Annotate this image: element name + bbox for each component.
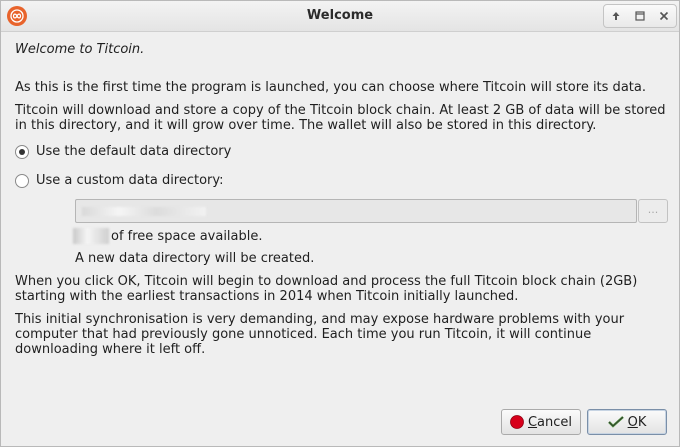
intro-line-1: As this is the first time the program is… [15, 80, 646, 95]
up-arrow-icon[interactable] [607, 7, 625, 25]
ok-button[interactable]: OK [587, 409, 667, 435]
free-space-label: of free space available. [111, 229, 263, 244]
close-icon[interactable] [655, 7, 673, 25]
maximize-icon[interactable] [631, 7, 649, 25]
default-directory-radio[interactable] [15, 144, 29, 159]
info-line-2b: computer that had previously gone unnoti… [15, 327, 592, 342]
default-directory-label: Use the default data directory [36, 144, 232, 159]
redacted-path [82, 207, 206, 216]
default-directory-option[interactable]: Use the default data directory [15, 144, 231, 159]
info-line-1b: starting with the earliest transactions … [15, 289, 519, 304]
welcome-heading: Welcome to Titcoin. [15, 42, 145, 57]
window-controls [603, 4, 677, 28]
info-line-2c: downloading where it left off. [15, 342, 206, 357]
redacted-free-space [73, 228, 109, 244]
cancel-icon [510, 415, 524, 429]
window-title: Welcome [306, 8, 374, 23]
browse-button[interactable]: ... [638, 199, 668, 223]
custom-directory-option[interactable]: Use a custom data directory: [15, 173, 224, 188]
intro-line-2b: in this directory, and it will grow over… [15, 118, 597, 133]
ok-label: OK [627, 414, 647, 430]
custom-directory-radio[interactable] [15, 173, 29, 188]
intro-line-2a: Titcoin will download and store a copy o… [15, 103, 666, 118]
new-directory-note: A new data directory will be created. [75, 251, 315, 266]
data-directory-input[interactable] [75, 199, 637, 223]
welcome-dialog: Welcome Welcome to Titcoin. As this is t… [0, 0, 680, 447]
checkmark-icon [607, 415, 624, 429]
cancel-button[interactable]: Cancel [501, 409, 581, 435]
info-line-2a: This initial synchronisation is very dem… [15, 312, 625, 327]
titlebar: Welcome [1, 1, 679, 32]
custom-directory-label: Use a custom data directory: [36, 173, 224, 188]
info-line-1a: When you click OK, Titcoin will begin to… [15, 274, 638, 289]
cancel-label: Cancel [527, 414, 573, 430]
